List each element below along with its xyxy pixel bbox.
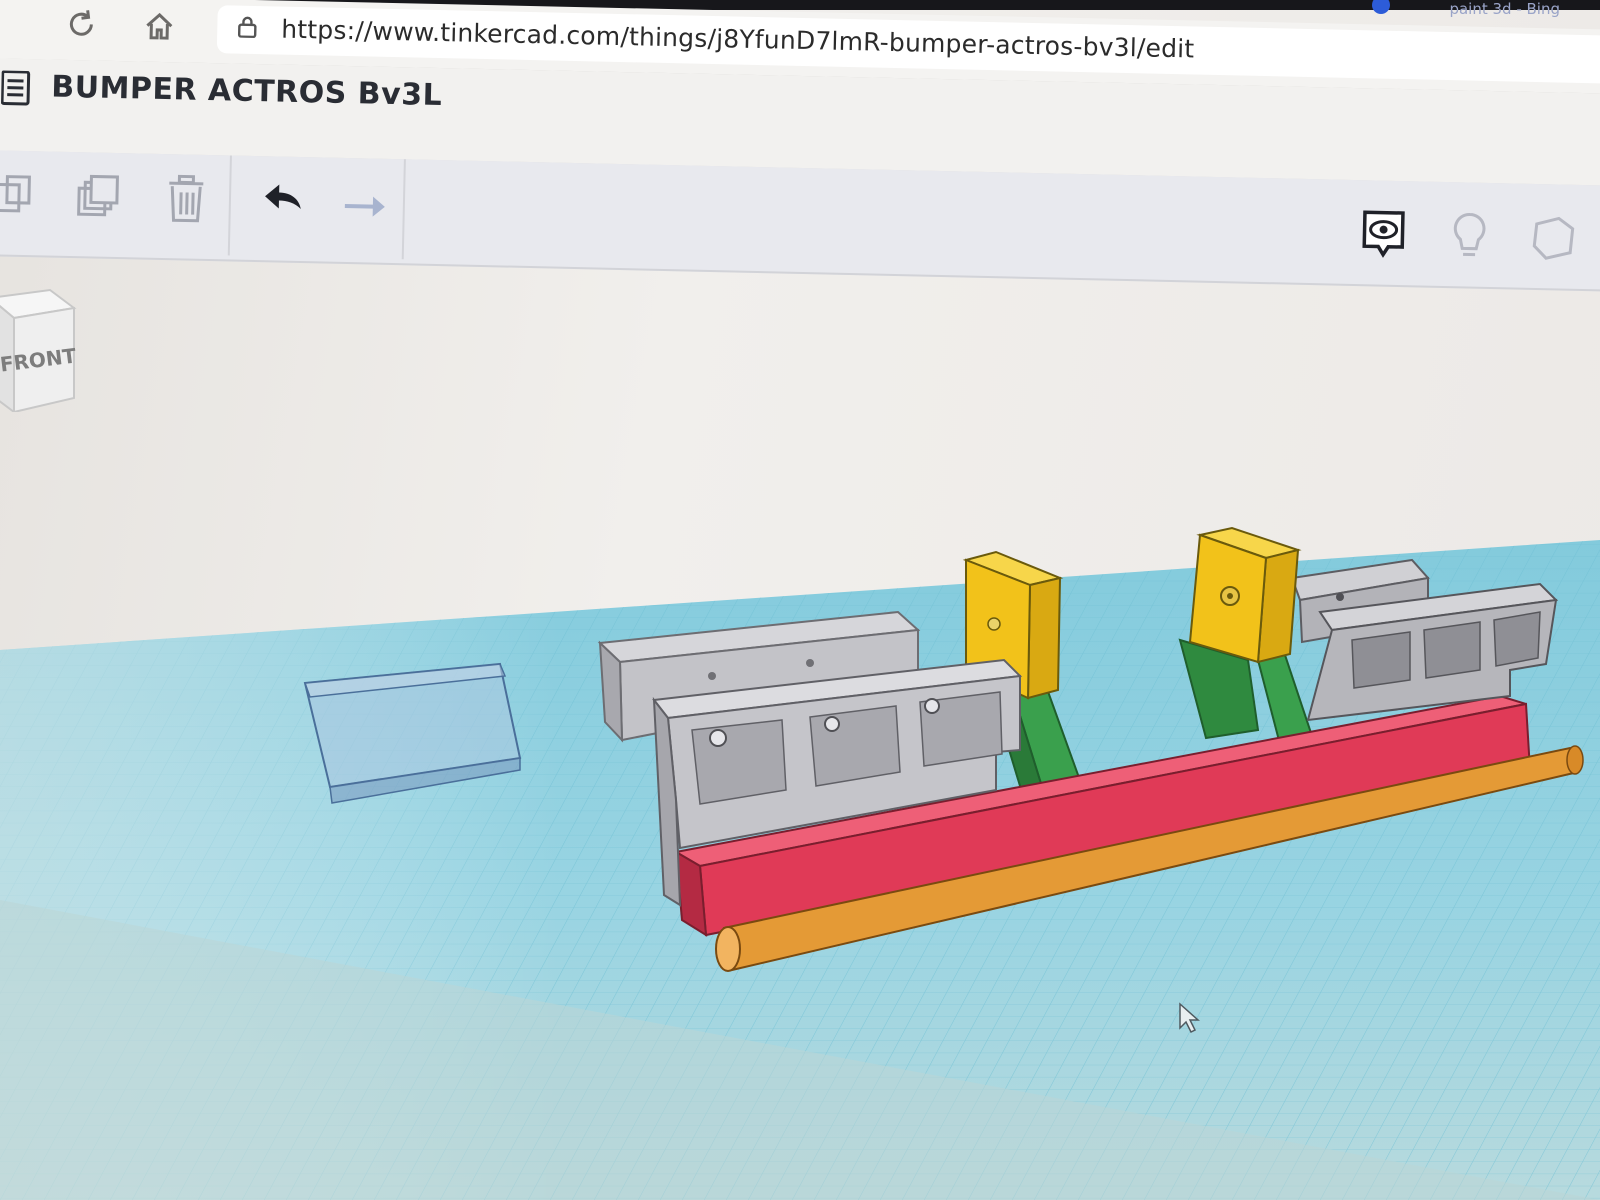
tinkercad-window: paint 3d - Bing https://www.tinkercad.co…	[0, 0, 1600, 1200]
design-menu-icon[interactable]	[0, 70, 32, 107]
show-all-icon[interactable]	[1358, 206, 1409, 263]
undo-icon[interactable]	[252, 172, 309, 229]
url-text[interactable]: https://www.tinkercad.com/things/j8YfunD…	[281, 15, 1195, 64]
copy-icon[interactable]	[0, 166, 44, 223]
toolbar-divider	[401, 159, 406, 260]
yellow-bracket-right[interactable]	[1188, 526, 1302, 664]
redo-icon[interactable]	[336, 174, 393, 231]
view-tools	[1358, 206, 1599, 271]
view-cube[interactable]: FRONT	[0, 282, 80, 412]
group-icon[interactable]	[1528, 210, 1579, 267]
toolbar-divider	[227, 155, 232, 256]
home-icon[interactable]	[139, 5, 180, 46]
reload-icon[interactable]	[61, 4, 102, 45]
light-bulb-icon[interactable]	[1444, 208, 1495, 265]
design-title[interactable]: BUMPER ACTROS Bv3L	[51, 70, 443, 114]
duplicate-icon[interactable]	[70, 168, 127, 225]
lock-icon	[237, 16, 257, 39]
trash-icon[interactable]	[158, 170, 215, 227]
bing-tab-label[interactable]: paint 3d - Bing	[1449, 0, 1560, 18]
